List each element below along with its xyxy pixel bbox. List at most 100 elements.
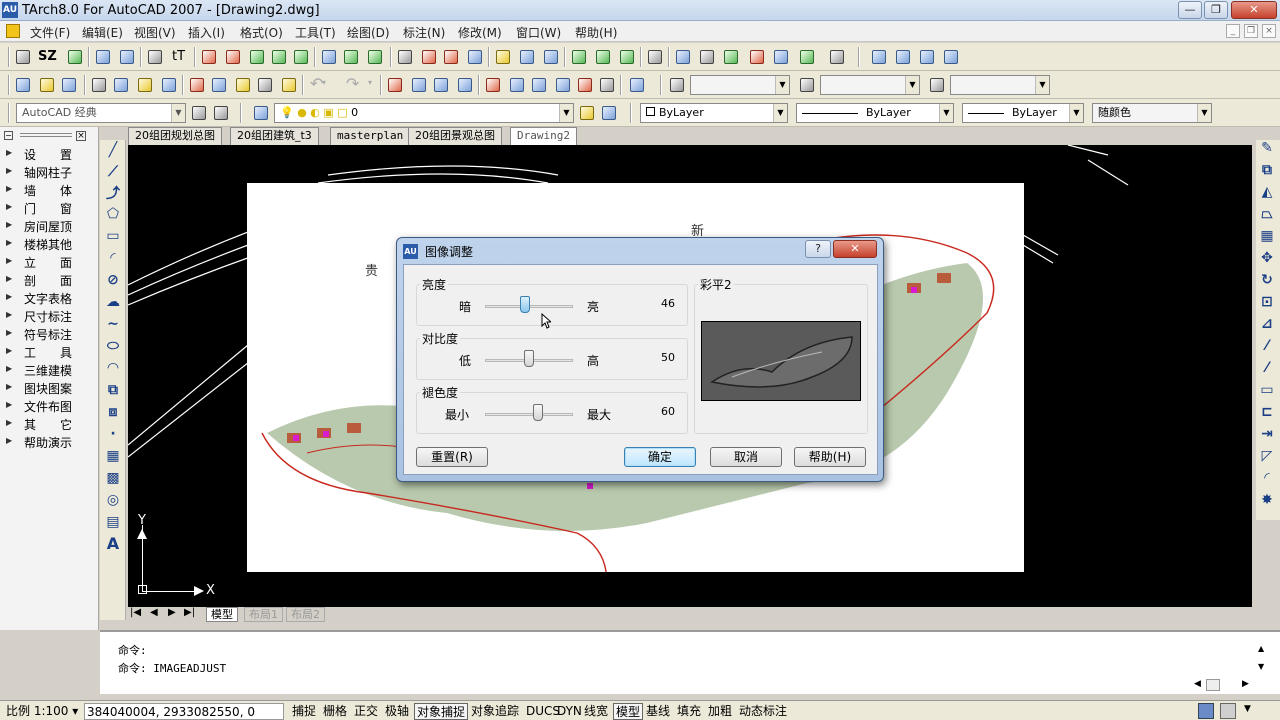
ellipse-icon[interactable]: ⬭: [105, 338, 121, 354]
design-center-icon[interactable]: [508, 76, 526, 94]
status-toggle[interactable]: 捕捉: [290, 703, 318, 720]
screen-menu-item[interactable]: ▶ 轴网柱子: [6, 163, 96, 181]
screen-menu-item[interactable]: ▶ 其 它: [6, 415, 96, 433]
workspace-settings-icon[interactable]: [190, 104, 208, 122]
polygon-icon[interactable]: ⬠: [105, 206, 121, 222]
mtext-icon[interactable]: A: [105, 536, 121, 552]
lock-toolbar-icon[interactable]: [1220, 703, 1236, 719]
window-arrange-icon[interactable]: [918, 48, 936, 66]
reset-button[interactable]: 重置(R): [416, 447, 488, 467]
menu-help[interactable]: 帮助(H): [575, 24, 617, 41]
plotstyle-select[interactable]: 随颜色 ▼: [1092, 103, 1212, 123]
status-toggle[interactable]: 基线: [644, 703, 672, 720]
preview-icon[interactable]: [112, 76, 130, 94]
window-cascade-icon[interactable]: [870, 48, 888, 66]
insert-block-icon[interactable]: ⧉: [105, 382, 121, 398]
help-icon[interactable]: [798, 48, 816, 66]
menu-view[interactable]: 视图(V): [134, 24, 176, 41]
status-toggle[interactable]: 模型: [613, 703, 644, 720]
panel-grip[interactable]: [20, 133, 72, 137]
block-editor-icon[interactable]: [280, 76, 298, 94]
text-style-button[interactable]: tT: [172, 49, 185, 64]
polyline-icon[interactable]: ⤴: [105, 186, 121, 202]
status-toggle[interactable]: 栅格: [321, 703, 349, 720]
menu-tools[interactable]: 工具(T): [295, 24, 336, 41]
command-window[interactable]: 命令: 命令: IMAGEADJUST ▲ ▼ ◀ ▶: [100, 630, 1280, 694]
window-tile-icon[interactable]: [894, 48, 912, 66]
h-scrollbar-thumb[interactable]: [1206, 679, 1220, 691]
tab-next-icon[interactable]: ▶: [168, 607, 176, 618]
status-toggle[interactable]: 线宽: [582, 703, 610, 720]
screen-menu-item[interactable]: ▶ 房间屋顶: [6, 217, 96, 235]
doc-tab-masterplan[interactable]: masterplan: [330, 127, 411, 145]
ok-button[interactable]: 确定: [624, 447, 696, 467]
symbol3-icon[interactable]: [618, 48, 636, 66]
table-style-icon[interactable]: [928, 76, 946, 94]
linetype-select[interactable]: ByLayer ▼: [796, 103, 954, 123]
tree-icon[interactable]: [248, 48, 266, 66]
minimize-button[interactable]: —: [1178, 1, 1202, 19]
screen-menu-item[interactable]: ▶ 墙 体: [6, 181, 96, 199]
spline-icon[interactable]: ∼: [105, 316, 121, 332]
dim-style-icon[interactable]: [798, 76, 816, 94]
doc-restore-button[interactable]: ❐: [1244, 24, 1258, 38]
dialog-help-button[interactable]: ?: [805, 240, 831, 258]
line-icon[interactable]: ╱: [105, 142, 121, 158]
contrast-slider-thumb[interactable]: [524, 350, 534, 367]
sz-button[interactable]: SZ: [38, 49, 57, 64]
command-scroll-up-icon[interactable]: ▲: [1258, 644, 1264, 653]
chart-icon[interactable]: [466, 48, 484, 66]
copy-icon[interactable]: [210, 76, 228, 94]
tab-first-icon[interactable]: |◀: [130, 607, 141, 618]
wall-icon[interactable]: [118, 48, 136, 66]
screen-menu-item[interactable]: ▶ 文字表格: [6, 289, 96, 307]
column-icon[interactable]: [94, 48, 112, 66]
status-menu-icon[interactable]: ▼: [1244, 704, 1251, 714]
screen-menu-item[interactable]: ▶ 工 具: [6, 343, 96, 361]
status-toggle[interactable]: 动态标注: [737, 703, 789, 720]
eye-icon[interactable]: [772, 48, 790, 66]
copy-object-icon[interactable]: ⧉: [1259, 162, 1275, 178]
layer-select[interactable]: 💡 ● ◐ ▣ □ 0 ▼: [274, 103, 574, 123]
doc-tab-planning[interactable]: 20组团规划总图: [128, 127, 222, 145]
menu-modify[interactable]: 修改(M): [458, 24, 502, 41]
mirror-icon[interactable]: ◭: [1259, 184, 1275, 200]
erase-icon[interactable]: ✎: [1259, 140, 1275, 156]
publish-icon[interactable]: [136, 76, 154, 94]
settings-icon[interactable]: [14, 48, 32, 66]
menu-window[interactable]: 窗口(W): [516, 24, 561, 41]
stair-icon[interactable]: [146, 48, 164, 66]
doc-close-button[interactable]: ×: [1262, 24, 1276, 38]
status-toggle[interactable]: 极轴: [383, 703, 411, 720]
symbol-icon[interactable]: [570, 48, 588, 66]
screen-menu-item[interactable]: ▶ 立 面: [6, 253, 96, 271]
scale-selector[interactable]: 比例 1:100 ▾: [4, 703, 80, 720]
dim-icon[interactable]: [442, 48, 460, 66]
cancel-button[interactable]: 取消: [710, 447, 782, 467]
screen-menu-item[interactable]: ▶ 门 窗: [6, 199, 96, 217]
arc-draw-icon[interactable]: ◜: [105, 250, 121, 266]
screen-menu-item[interactable]: ▶ 图块图案: [6, 379, 96, 397]
ellipse-arc-icon[interactable]: ◠: [105, 360, 121, 376]
lock-icon[interactable]: [828, 48, 846, 66]
save-icon[interactable]: [60, 76, 78, 94]
break-point-icon[interactable]: ▭: [1259, 382, 1275, 398]
screen-menu-item[interactable]: ▶ 三维建模: [6, 361, 96, 379]
doc-tab-drawing2[interactable]: Drawing2: [510, 127, 577, 145]
fade-value[interactable]: 60: [639, 403, 675, 421]
pin-icon[interactable]: [748, 48, 766, 66]
trim-icon[interactable]: ⁄: [1259, 338, 1275, 354]
print-icon[interactable]: [90, 76, 108, 94]
panel-collapse-icon[interactable]: −: [4, 131, 13, 140]
markup-icon[interactable]: [576, 76, 594, 94]
screen-menu-item[interactable]: ▶ 尺寸标注: [6, 307, 96, 325]
layer-previous-icon[interactable]: [600, 104, 618, 122]
h-scroll-right-icon[interactable]: ▶: [1242, 679, 1249, 689]
doc-icon[interactable]: [6, 24, 20, 38]
cut-icon[interactable]: [188, 76, 206, 94]
contrast-value[interactable]: 50: [639, 349, 675, 367]
layout-tab-1[interactable]: 布局1: [244, 607, 283, 622]
arc-icon[interactable]: [542, 48, 560, 66]
text-style-select[interactable]: ▼: [690, 75, 790, 95]
menu-file[interactable]: 文件(F): [30, 24, 70, 41]
